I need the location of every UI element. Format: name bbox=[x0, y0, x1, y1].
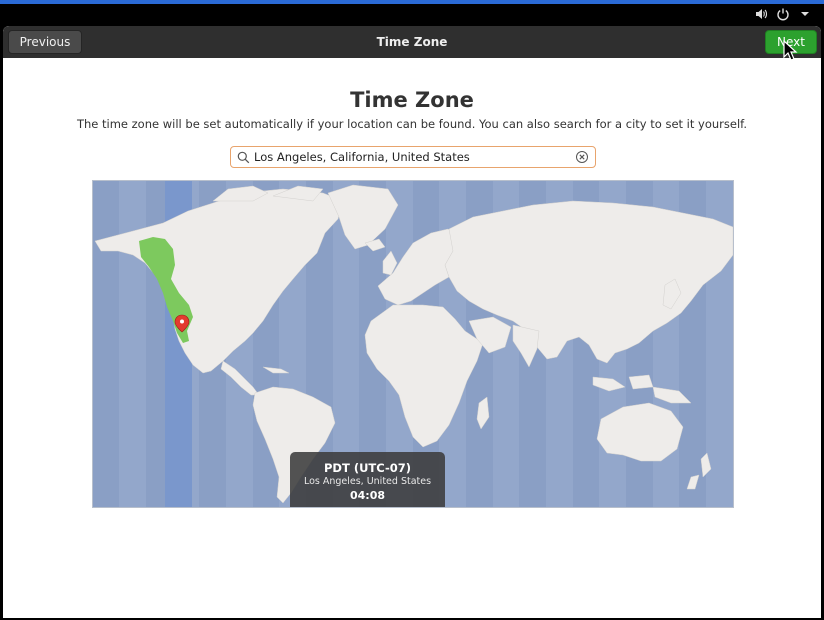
chevron-down-icon[interactable] bbox=[798, 7, 812, 21]
timezone-tooltip: PDT (UTC-07) Los Angeles, United States … bbox=[290, 452, 445, 507]
page-description: The time zone will be set automatically … bbox=[76, 117, 748, 131]
page-title: Time Zone bbox=[350, 88, 474, 112]
system-top-bar bbox=[0, 4, 824, 26]
system-tray[interactable] bbox=[754, 7, 812, 21]
power-icon[interactable] bbox=[776, 7, 790, 21]
previous-button[interactable]: Previous bbox=[8, 30, 82, 54]
timezone-name: PDT (UTC-07) bbox=[324, 461, 411, 475]
search-icon bbox=[237, 151, 250, 164]
search-field[interactable] bbox=[230, 146, 596, 168]
timezone-time: 04:08 bbox=[349, 489, 385, 502]
volume-icon[interactable] bbox=[754, 7, 768, 21]
timezone-city: Los Angeles, United States bbox=[303, 476, 432, 487]
screen: Previous Time Zone Next Time Zone The ti… bbox=[0, 0, 824, 620]
world-map[interactable]: PDT (UTC-07) Los Angeles, United States … bbox=[92, 180, 734, 508]
headerbar: Previous Time Zone Next bbox=[3, 26, 821, 58]
installer-window: Previous Time Zone Next Time Zone The ti… bbox=[3, 26, 821, 618]
mouse-cursor-icon bbox=[783, 40, 798, 61]
search-input[interactable] bbox=[254, 148, 572, 166]
window-title: Time Zone bbox=[376, 35, 448, 49]
clear-icon[interactable] bbox=[575, 150, 589, 164]
